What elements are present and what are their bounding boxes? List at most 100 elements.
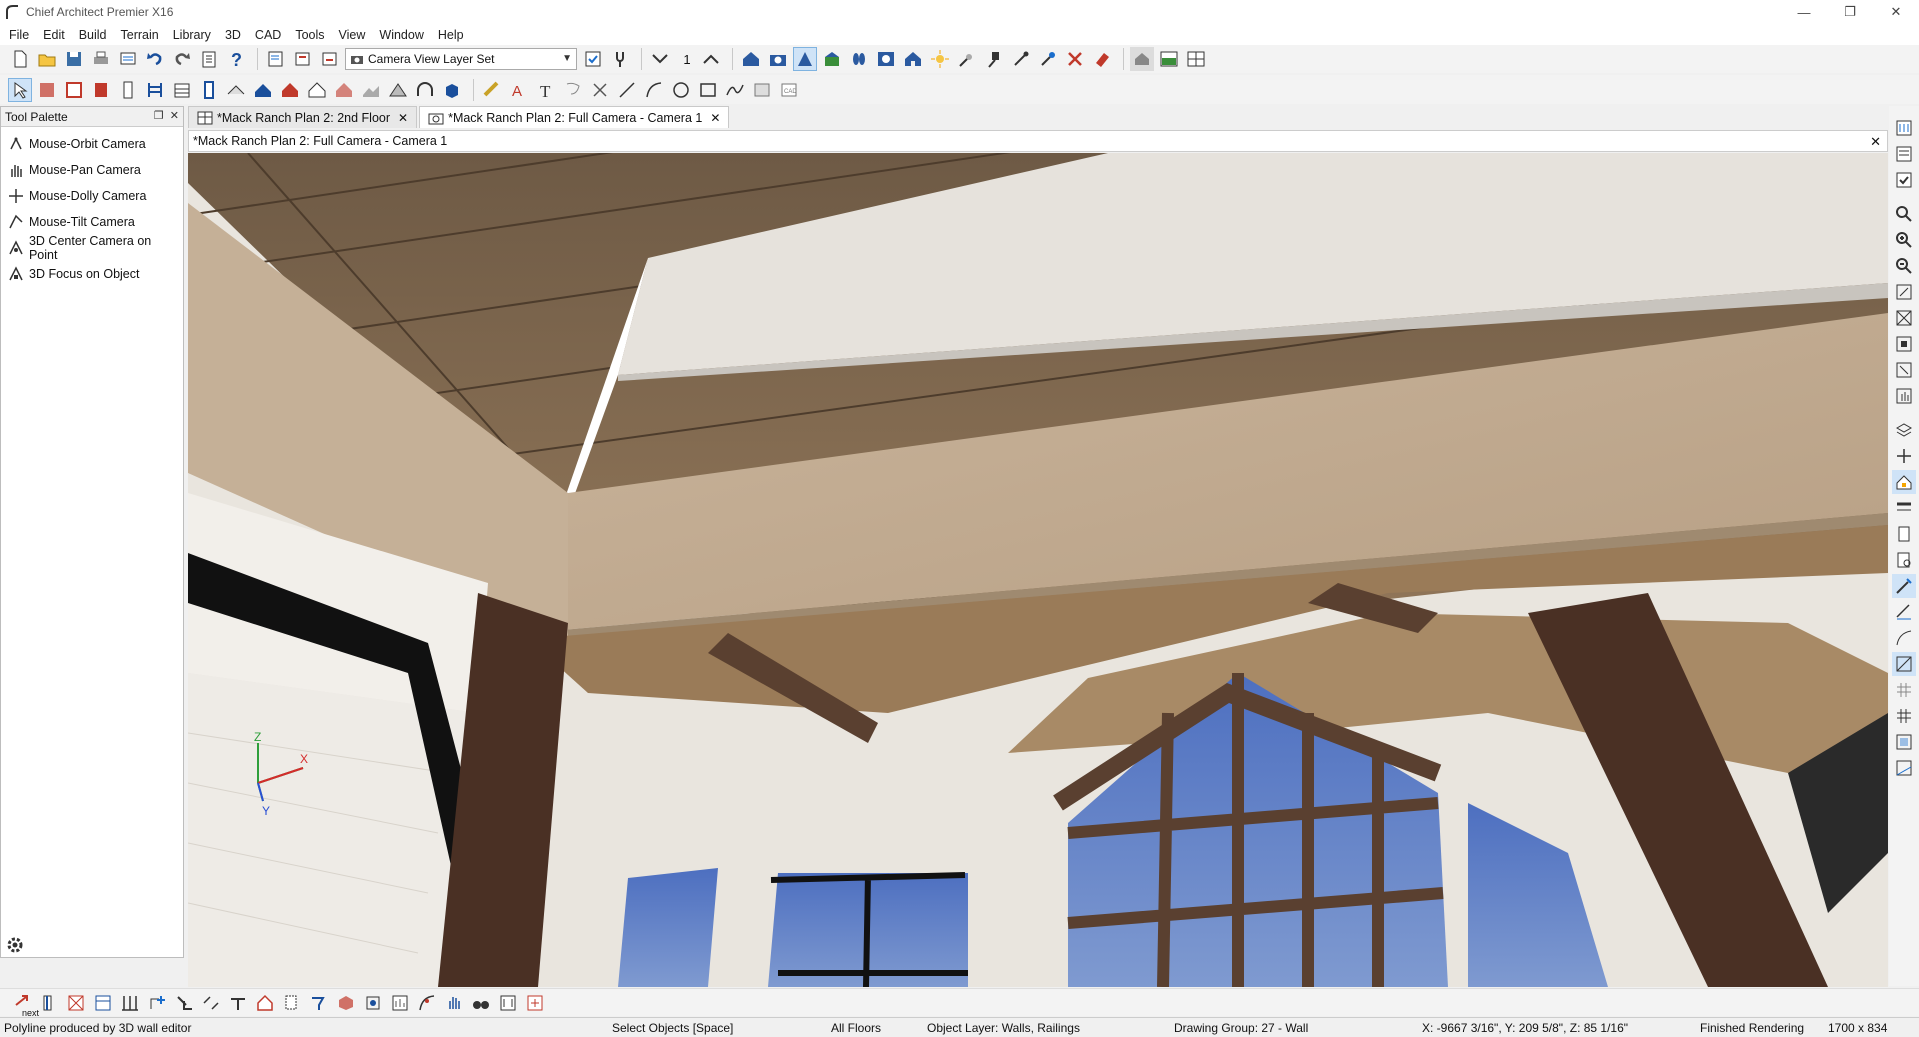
cad-x-icon[interactable] <box>588 78 612 102</box>
close-icon[interactable]: ✕ <box>1873 0 1919 24</box>
zoom-icon[interactable] <box>1892 202 1916 226</box>
eraser-icon[interactable] <box>1090 47 1114 71</box>
print-icon[interactable] <box>89 47 113 71</box>
text-arrow-icon[interactable]: A <box>507 78 531 102</box>
angle-snap-icon[interactable] <box>1892 756 1916 780</box>
house-view-icon[interactable] <box>901 47 925 71</box>
layer-check-icon[interactable] <box>581 47 605 71</box>
house-outline-icon[interactable] <box>305 78 329 102</box>
new-file-icon[interactable] <box>8 47 32 71</box>
material-painter-icon[interactable] <box>982 47 1006 71</box>
roof-tool-icon[interactable] <box>251 78 275 102</box>
close-icon[interactable]: ✕ <box>710 111 720 125</box>
align-icon[interactable] <box>496 991 520 1015</box>
print-preview-icon[interactable] <box>116 47 140 71</box>
hand-icon[interactable] <box>442 991 466 1015</box>
gear-icon[interactable] <box>5 935 25 955</box>
line-weight-icon[interactable] <box>1892 496 1916 520</box>
render-icon[interactable] <box>874 47 898 71</box>
preview-icon[interactable] <box>1892 548 1916 572</box>
float-icon[interactable]: ❐ <box>154 109 164 122</box>
grid-icon[interactable] <box>1892 678 1916 702</box>
layer-sets-icon[interactable] <box>291 47 315 71</box>
menu-cad[interactable]: CAD <box>250 28 290 42</box>
home-icon[interactable] <box>253 991 277 1015</box>
perspective-view-icon[interactable] <box>793 47 817 71</box>
callout-icon[interactable] <box>561 78 585 102</box>
3d-box-icon[interactable] <box>440 78 464 102</box>
close-icon[interactable]: ✕ <box>1870 134 1881 150</box>
cabinet-icon[interactable] <box>62 78 86 102</box>
select-objects-icon[interactable] <box>8 77 32 102</box>
paint-icon[interactable] <box>307 991 331 1015</box>
tab-full-camera[interactable]: *Mack Ranch Plan 2: Full Camera - Camera… <box>419 106 730 128</box>
tile-view-icon[interactable] <box>1184 47 1208 71</box>
move-icon[interactable] <box>172 991 196 1015</box>
arc-tool-icon[interactable] <box>642 78 666 102</box>
menu-help[interactable]: Help <box>433 28 473 42</box>
tab-2nd-floor[interactable]: *Mack Ranch Plan 2: 2nd Floor ✕ <box>188 106 418 128</box>
edit-tools-icon[interactable] <box>1892 574 1916 598</box>
save-icon[interactable] <box>62 47 86 71</box>
eyedropper-icon[interactable] <box>1009 47 1033 71</box>
snap-icon[interactable] <box>1892 600 1916 624</box>
spline-tool-icon[interactable] <box>723 78 747 102</box>
split-wall-icon[interactable] <box>118 991 142 1015</box>
stairs-icon[interactable] <box>143 78 167 102</box>
delete-surface-icon[interactable] <box>1063 47 1087 71</box>
project-browser-icon[interactable] <box>1892 142 1916 166</box>
open-materials-icon[interactable] <box>64 991 88 1015</box>
reference-display-icon[interactable] <box>1892 730 1916 754</box>
layer-props-icon[interactable] <box>318 47 342 71</box>
dormer-icon[interactable] <box>386 78 410 102</box>
copy-icon[interactable] <box>280 991 304 1015</box>
view-options-icon[interactable] <box>1130 47 1154 71</box>
line-tool-icon[interactable] <box>615 78 639 102</box>
elevation-view-icon[interactable] <box>820 47 844 71</box>
restore-icon[interactable]: ❐ <box>1827 0 1873 24</box>
grid-snap-icon[interactable] <box>1892 704 1916 728</box>
layer-display-icon[interactable] <box>264 47 288 71</box>
reverse-icon[interactable] <box>361 991 385 1015</box>
layer-set-dropdown[interactable]: Camera View Layer Set ▼ <box>345 48 577 70</box>
break-line-icon[interactable] <box>199 991 223 1015</box>
menu-view[interactable]: View <box>334 28 375 42</box>
split-view-icon[interactable] <box>1157 47 1181 71</box>
close-icon[interactable]: ✕ <box>398 111 408 125</box>
wall-editor-icon[interactable] <box>91 991 115 1015</box>
palette-item-focus[interactable]: 3D Focus on Object <box>1 261 183 287</box>
block-icon[interactable] <box>334 991 358 1015</box>
next-object-button[interactable]: next <box>10 991 39 1018</box>
close-icon[interactable]: ✕ <box>170 109 179 122</box>
undo-zoom-icon[interactable] <box>1892 280 1916 304</box>
palette-item-pan[interactable]: Mouse-Pan Camera <box>1 157 183 183</box>
window-tool-icon[interactable] <box>89 78 113 102</box>
wrench-icon[interactable] <box>608 47 632 71</box>
open-object-icon[interactable] <box>37 991 61 1015</box>
menu-build[interactable]: Build <box>74 28 116 42</box>
pan-window-icon[interactable] <box>1892 384 1916 408</box>
minimize-icon[interactable]: — <box>1781 0 1827 24</box>
library-browser-icon[interactable] <box>1892 116 1916 140</box>
palette-item-dolly[interactable]: Mouse-Dolly Camera <box>1 183 183 209</box>
menu-3d[interactable]: 3D <box>220 28 250 42</box>
palette-item-orbit[interactable]: Mouse-Orbit Camera <box>1 131 183 157</box>
ladder-icon[interactable] <box>170 78 194 102</box>
walkthrough-icon[interactable] <box>847 47 871 71</box>
menu-terrain[interactable]: Terrain <box>116 28 168 42</box>
house-lock-icon[interactable] <box>1892 470 1916 494</box>
arc-edit-icon[interactable] <box>415 991 439 1015</box>
cad-detail-icon[interactable]: CAD <box>777 78 801 102</box>
binoculars-icon[interactable] <box>469 991 493 1015</box>
palette-item-center[interactable]: 3D Center Camera on Point <box>1 234 183 262</box>
object-snap-icon[interactable] <box>1892 652 1916 676</box>
dimension-icon[interactable] <box>480 78 504 102</box>
clipboard-icon[interactable] <box>197 47 221 71</box>
menu-file[interactable]: File <box>4 28 38 42</box>
zoom-in-icon[interactable] <box>1892 228 1916 252</box>
curve-snap-icon[interactable] <box>1892 626 1916 650</box>
zoom-out-icon[interactable] <box>1892 254 1916 278</box>
open-folder-icon[interactable] <box>35 47 59 71</box>
rendered-3d-scene[interactable]: Z X Y <box>188 153 1888 987</box>
undo-icon[interactable] <box>143 47 167 71</box>
